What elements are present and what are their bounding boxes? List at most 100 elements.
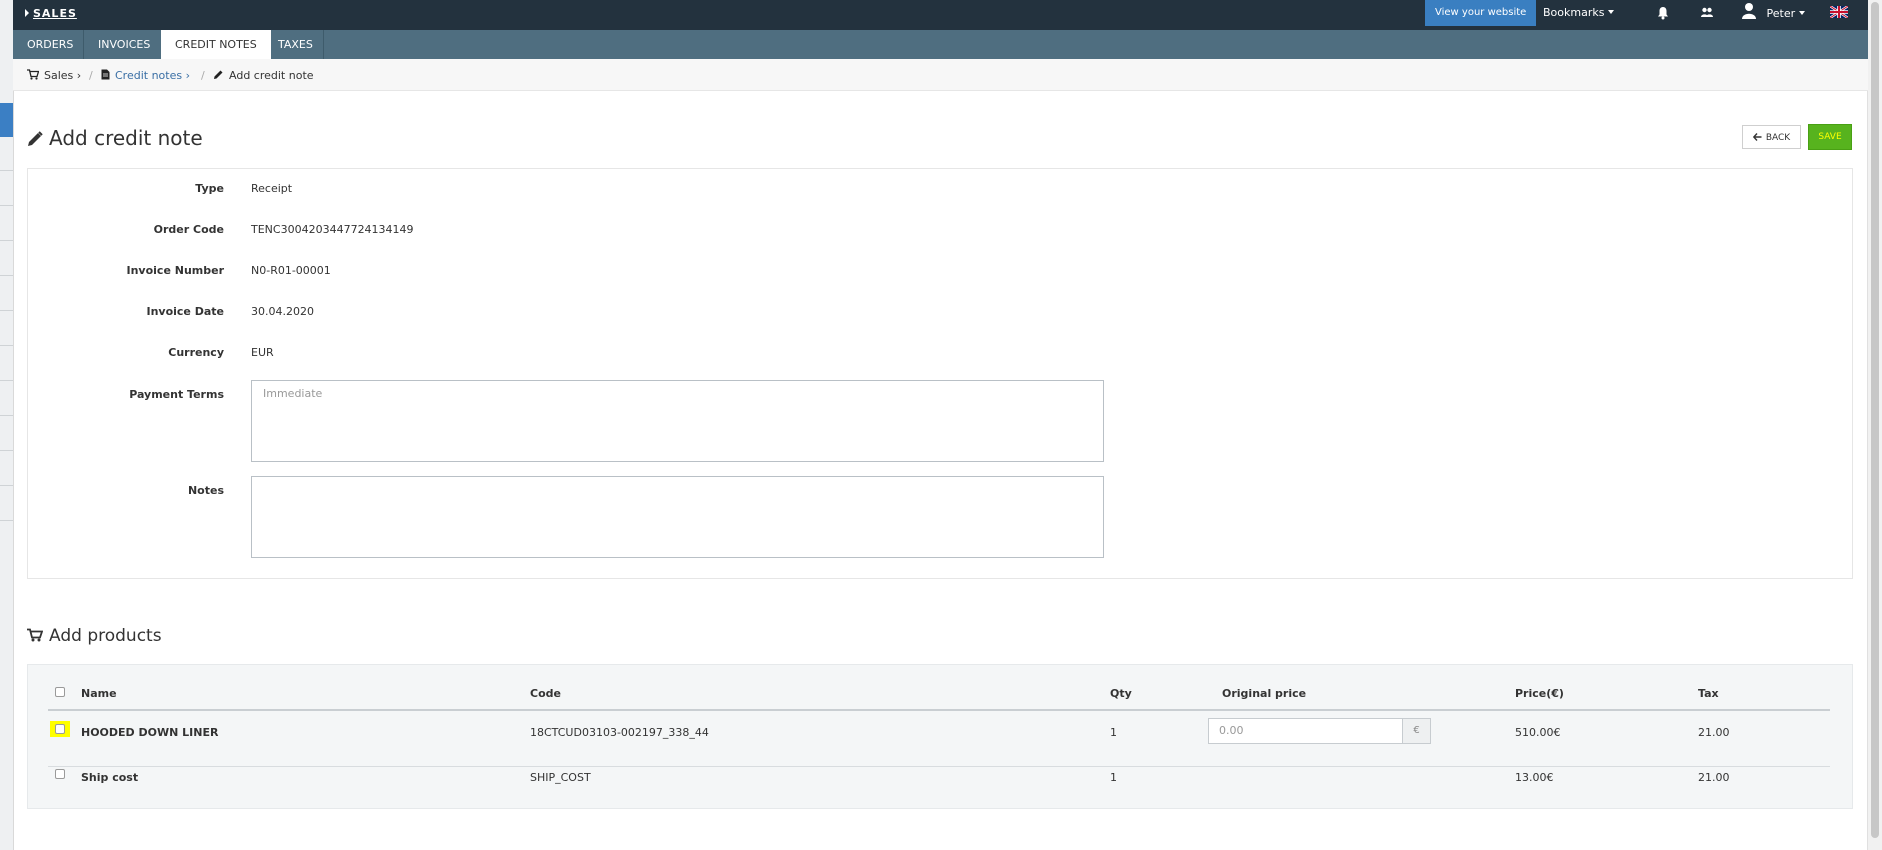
sidebar-divider <box>0 205 13 206</box>
invoice-number-label: Invoice Number <box>126 264 225 277</box>
breadcrumb-sales-label: Sales <box>44 69 74 82</box>
product-qty: 1 <box>1110 726 1117 739</box>
save-button[interactable]: SAVE <box>1809 125 1851 149</box>
breadcrumb-chevron: › <box>185 69 190 82</box>
back-button-label: BACK <box>1765 133 1791 143</box>
chevron-down-icon <box>1608 10 1615 14</box>
brand-label: SALES <box>33 7 77 20</box>
user-menu[interactable]: Peter <box>1741 0 1806 28</box>
pencil-icon <box>28 131 43 146</box>
payment-terms-textarea[interactable]: Immediate <box>251 380 1104 462</box>
column-header-qty: Qty <box>1110 687 1132 700</box>
tab-taxes[interactable]: TAXES <box>264 30 327 59</box>
row-select-checkbox[interactable] <box>55 724 65 734</box>
document-icon <box>101 69 110 80</box>
breadcrumb-separator: / <box>89 69 93 82</box>
currency-label: Currency <box>168 346 224 359</box>
chevron-down-icon <box>1799 11 1806 15</box>
product-code: SHIP_COST <box>530 771 591 784</box>
column-header-name: Name <box>81 687 117 700</box>
breadcrumb-current-label: Add credit note <box>229 69 314 82</box>
add-products-title: Add products <box>49 626 162 646</box>
type-value: Receipt <box>251 182 293 195</box>
back-button[interactable]: BACK <box>1742 125 1801 149</box>
add-products-heading: Add products <box>27 626 162 646</box>
cart-icon <box>27 628 44 642</box>
invoice-date-label: Invoice Date <box>146 305 224 318</box>
products-table: Name Code Qty Original price Price(€) Ta… <box>27 664 1853 809</box>
breadcrumb-current: Add credit note <box>213 69 314 82</box>
invoice-date-value: 30.04.2020 <box>251 305 314 318</box>
tab-invoices[interactable]: INVOICES <box>84 30 164 59</box>
pencil-icon <box>214 70 223 79</box>
column-header-code: Code <box>530 687 561 700</box>
uk-flag-icon[interactable] <box>1829 5 1849 21</box>
sidebar-divider <box>0 345 13 346</box>
column-header-tax: Tax <box>1698 687 1719 700</box>
tab-divider <box>323 30 324 59</box>
tab-orders[interactable]: ORDERS <box>13 30 87 59</box>
notes-textarea[interactable] <box>251 476 1104 558</box>
product-qty: 1 <box>1110 771 1117 784</box>
table-header-divider <box>48 709 1830 711</box>
product-code: 18CTCUD03103-002197_338_44 <box>530 726 709 739</box>
currency-addon: € <box>1402 718 1431 744</box>
sidebar-divider <box>0 170 13 171</box>
user-icon <box>1741 3 1767 20</box>
column-header-price: Price(€) <box>1515 687 1564 700</box>
breadcrumb-chevron: › <box>76 69 82 82</box>
product-tax: 21.00 <box>1698 771 1730 784</box>
breadcrumb-sales[interactable]: Sales › <box>27 69 81 82</box>
type-label: Type <box>195 182 224 195</box>
page-title: Add credit note <box>27 126 203 150</box>
sidebar-divider <box>0 520 13 521</box>
section-tabs: ORDERS INVOICES CREDIT NOTES TAXES <box>13 30 1868 59</box>
vertical-scrollbar[interactable] <box>1867 0 1882 850</box>
scrollbar-thumb[interactable] <box>1871 2 1879 838</box>
breadcrumb-separator: / <box>201 69 205 82</box>
product-price: 510.00€ <box>1515 726 1561 739</box>
tab-credit-notes[interactable]: CREDIT NOTES <box>161 30 271 59</box>
sidebar-divider <box>0 380 13 381</box>
arrow-left-icon <box>1752 133 1762 141</box>
breadcrumb: Sales › / Credit notes › / Add credit no… <box>13 59 1868 91</box>
invoice-number-value: N0-R01-00001 <box>251 264 331 277</box>
sidebar-divider <box>0 415 13 416</box>
sidebar-divider <box>0 240 13 241</box>
order-code-label: Order Code <box>153 223 224 236</box>
view-website-button[interactable]: View your website <box>1425 0 1537 26</box>
column-header-original-price: Original price <box>1222 687 1307 700</box>
app-menu-toggle[interactable]: SALES <box>25 7 77 20</box>
caret-right-icon <box>25 9 29 17</box>
row-divider <box>48 766 1830 767</box>
bookmarks-label: Bookmarks <box>1543 6 1605 19</box>
product-name: Ship cost <box>81 771 139 784</box>
product-name: HOODED DOWN LINER <box>81 726 219 739</box>
notes-label: Notes <box>187 484 224 497</box>
user-name: Peter <box>1766 7 1796 20</box>
top-navbar: SALES View your website Bookmarks Peter <box>13 0 1868 30</box>
credit-note-form: Type Receipt Order Code TENC300420344772… <box>27 168 1853 579</box>
product-tax: 21.00 <box>1698 726 1730 739</box>
users-icon[interactable] <box>1700 6 1714 23</box>
sidebar-divider <box>0 275 13 276</box>
product-price: 13.00€ <box>1515 771 1554 784</box>
sidebar-divider <box>0 310 13 311</box>
sidebar-divider <box>0 450 13 451</box>
original-price-input[interactable]: 0.00 <box>1208 718 1403 744</box>
bookmarks-dropdown[interactable]: Bookmarks <box>1543 0 1615 26</box>
bell-icon[interactable] <box>1657 6 1669 23</box>
sidebar-divider <box>0 485 13 486</box>
breadcrumb-credit-notes[interactable]: Credit notes › <box>101 69 190 82</box>
breadcrumb-credit-notes-label: Credit notes <box>115 69 183 82</box>
row-select-checkbox[interactable] <box>55 769 65 779</box>
order-code-value: TENC3004203447724134149 <box>251 223 414 236</box>
left-sidebar-strip <box>0 0 14 850</box>
page-title-text: Add credit note <box>49 126 203 150</box>
payment-terms-label: Payment Terms <box>129 388 224 401</box>
original-price-placeholder: 0.00 <box>1219 724 1244 737</box>
select-all-checkbox[interactable] <box>55 687 65 697</box>
sidebar-active-marker <box>0 103 13 137</box>
currency-value: EUR <box>251 346 274 359</box>
cart-icon <box>27 69 40 80</box>
